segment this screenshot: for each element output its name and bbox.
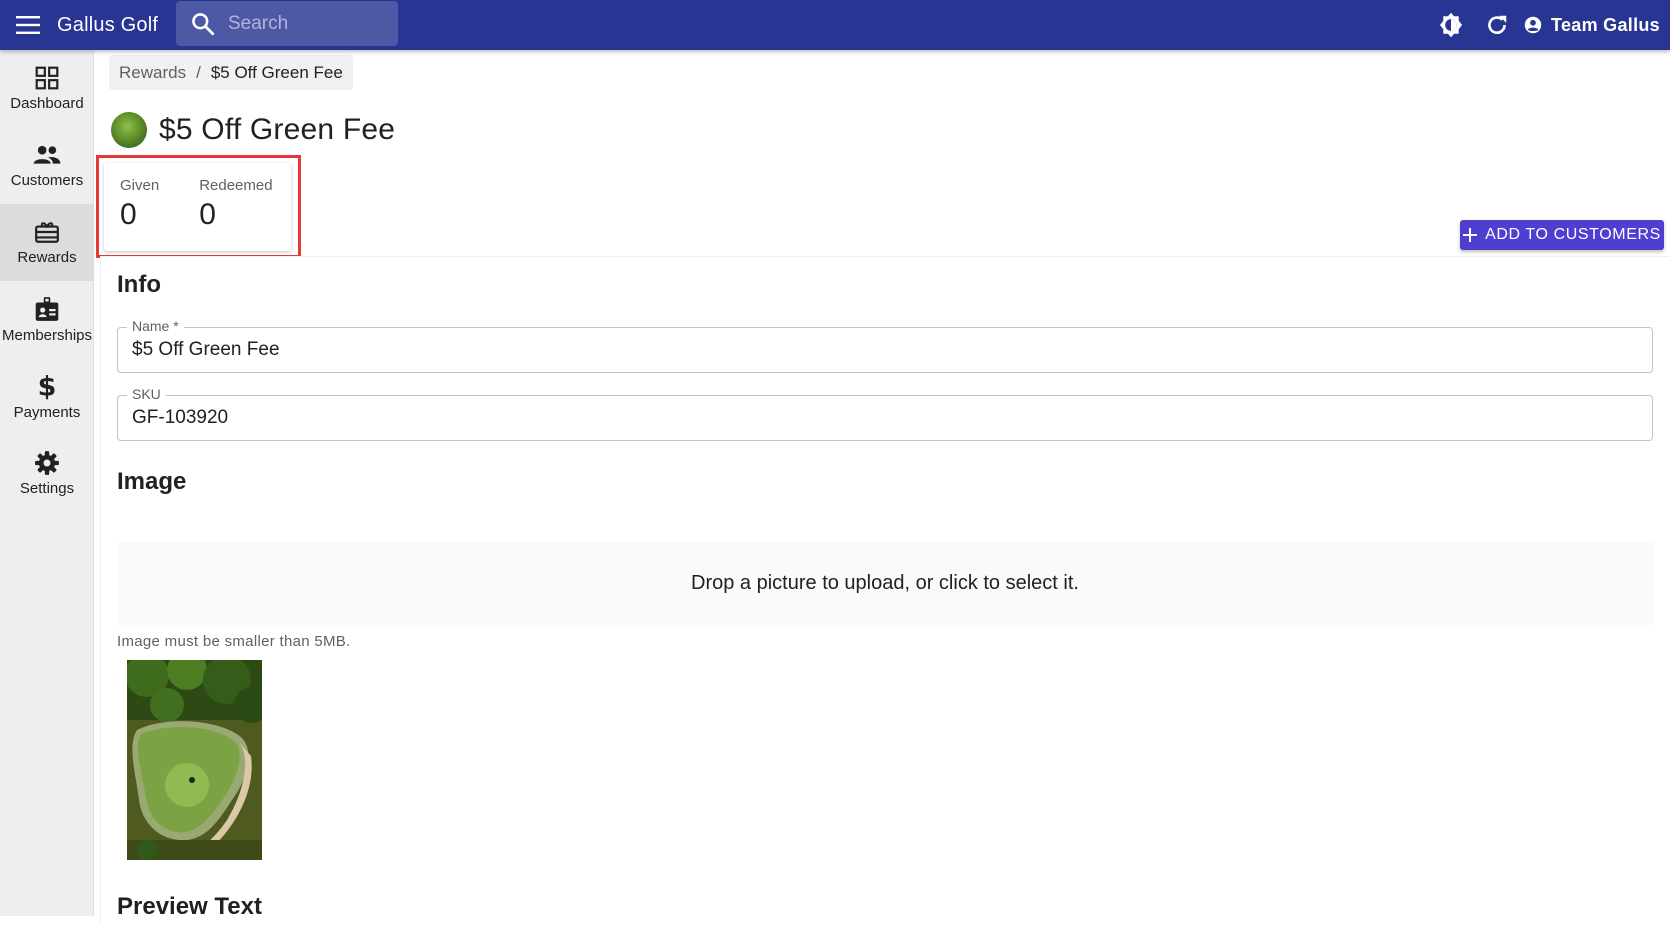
dollar-icon: $ xyxy=(38,372,57,400)
breadcrumb-current: $5 Off Green Fee xyxy=(210,62,343,82)
image-dropzone[interactable]: Drop a picture to upload, or click to se… xyxy=(117,542,1653,625)
stat-given: Given 0 xyxy=(120,177,159,251)
sidebar-item-payments[interactable]: $ Payments xyxy=(0,358,94,435)
stat-given-label: Given xyxy=(120,177,160,194)
stat-given-value: 0 xyxy=(120,198,137,231)
sidebar-item-rewards[interactable]: Rewards xyxy=(0,204,94,281)
gear-icon xyxy=(35,451,59,475)
gift-card-icon xyxy=(35,222,59,243)
app-bar: Gallus Golf Tea xyxy=(0,0,1670,50)
dropzone-text: Drop a picture to upload, or click to se… xyxy=(691,572,1079,594)
breadcrumb-separator: / xyxy=(196,62,201,82)
menu-icon xyxy=(16,16,40,34)
golf-hole-image[interactable] xyxy=(127,660,262,860)
plus-icon xyxy=(1463,228,1478,242)
sidebar-item-label: Dashboard xyxy=(10,95,84,112)
sku-field-label: SKU xyxy=(127,386,166,402)
sidebar-item-settings[interactable]: Settings xyxy=(0,435,94,512)
info-section-title: Info xyxy=(117,271,161,298)
search-box[interactable] xyxy=(176,1,398,46)
brightness-icon xyxy=(1439,12,1463,38)
account-circle-icon xyxy=(1524,16,1542,34)
sidebar-item-label: Settings xyxy=(19,480,75,497)
sidebar-item-dashboard[interactable]: Dashboard xyxy=(0,50,94,127)
user-name: Team Gallus xyxy=(1550,14,1660,35)
stat-redeemed: Redeemed 0 xyxy=(199,177,272,251)
svg-text:$: $ xyxy=(38,372,57,400)
add-to-customers-button[interactable]: ADD TO CUSTOMERS xyxy=(1460,220,1664,250)
people-icon xyxy=(33,145,61,164)
sidebar-item-label: Customers xyxy=(10,172,84,189)
reward-avatar xyxy=(111,112,147,148)
add-to-customers-label: ADD TO CUSTOMERS xyxy=(1485,226,1661,243)
stat-redeemed-label: Redeemed xyxy=(199,177,273,194)
refresh-button[interactable] xyxy=(1474,2,1520,48)
name-field-label: Name * xyxy=(127,318,184,334)
sidebar: Dashboard Customers Rewards Memberships … xyxy=(0,50,94,916)
image-section-title: Image xyxy=(117,468,187,495)
refresh-icon xyxy=(1488,15,1507,34)
search-icon xyxy=(192,12,215,35)
page-header: $5 Off Green Fee xyxy=(111,112,395,148)
page-title: $5 Off Green Fee xyxy=(159,113,396,146)
name-field[interactable]: Name * xyxy=(117,318,1653,373)
name-input[interactable] xyxy=(132,339,1632,361)
menu-button[interactable] xyxy=(0,0,56,50)
sku-input[interactable] xyxy=(132,407,1632,429)
breadcrumb-rewards-link[interactable]: Rewards xyxy=(119,63,186,83)
user-menu-button[interactable]: Team Gallus xyxy=(1524,15,1660,36)
search-input[interactable] xyxy=(226,11,386,36)
sidebar-item-customers[interactable]: Customers xyxy=(0,127,94,204)
image-helper-text: Image must be smaller than 5MB. xyxy=(117,633,351,650)
app-title: Gallus Golf xyxy=(57,13,159,36)
stat-redeemed-value: 0 xyxy=(199,198,216,231)
sidebar-item-label: Payments xyxy=(13,404,81,421)
badge-icon xyxy=(35,297,59,321)
sidebar-item-memberships[interactable]: Memberships xyxy=(0,281,94,358)
golf-course-aerial-image xyxy=(127,660,262,860)
breadcrumb: Rewards / $5 Off Green Fee xyxy=(109,55,353,90)
preview-text-section-title: Preview Text xyxy=(117,893,262,920)
sku-field[interactable]: SKU xyxy=(117,386,1653,441)
sidebar-item-label: Memberships xyxy=(1,327,93,344)
appbar-actions: Team Gallus xyxy=(1428,0,1660,50)
theme-toggle-button[interactable] xyxy=(1428,2,1474,48)
dashboard-icon xyxy=(35,66,59,90)
stats-card: Given 0 Redeemed 0 xyxy=(104,163,291,251)
sidebar-item-label: Rewards xyxy=(17,249,77,266)
